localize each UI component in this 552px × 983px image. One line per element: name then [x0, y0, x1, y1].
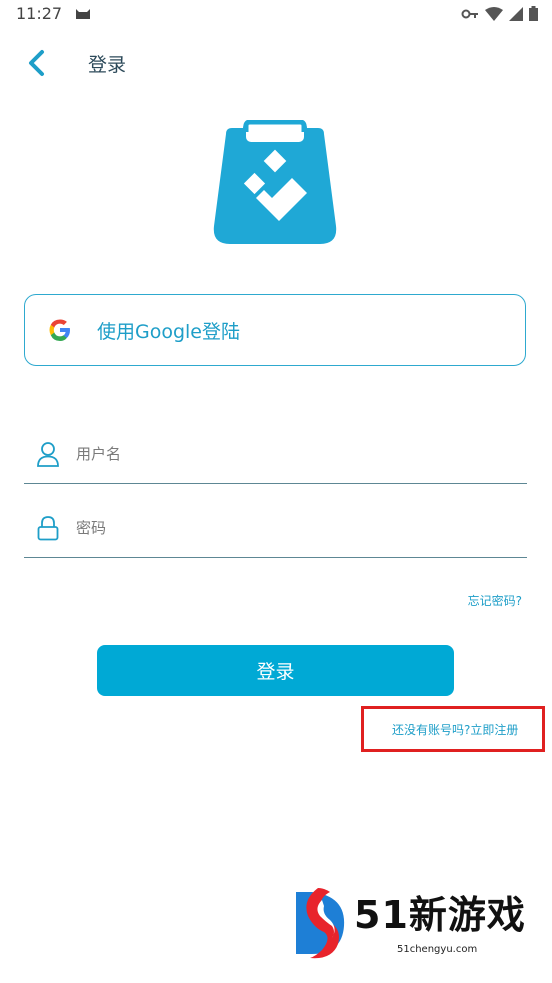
status-icons — [461, 6, 538, 21]
chevron-left-icon — [29, 50, 44, 76]
password-input[interactable] — [74, 517, 478, 538]
back-button[interactable] — [22, 48, 50, 78]
page-title: 登录 — [88, 54, 127, 76]
cat-icon — [76, 9, 90, 19]
google-icon — [49, 319, 70, 341]
forgot-password-link[interactable]: 忘记密码? — [468, 592, 522, 609]
signal-icon — [509, 6, 523, 21]
username-field[interactable] — [24, 424, 527, 484]
watermark-brand: 51新游戏 — [354, 893, 526, 937]
login-button[interactable]: 登录 — [97, 645, 454, 696]
key-icon — [461, 9, 478, 18]
google-login-button[interactable]: 使用Google登陆 — [24, 294, 526, 366]
user-icon — [36, 441, 60, 467]
wifi-icon — [485, 6, 503, 21]
app-logo — [213, 120, 337, 244]
password-field[interactable] — [24, 498, 527, 558]
username-input[interactable] — [74, 443, 478, 464]
register-link[interactable]: 还没有账号吗?立即注册 — [392, 721, 518, 738]
lock-icon — [36, 515, 60, 541]
battery-icon — [529, 6, 538, 21]
watermark-url: 51chengyu.com — [397, 944, 478, 955]
watermark-logo — [296, 888, 345, 959]
status-time: 11:27 — [16, 4, 63, 23]
google-login-label: 使用Google登陆 — [97, 320, 241, 343]
